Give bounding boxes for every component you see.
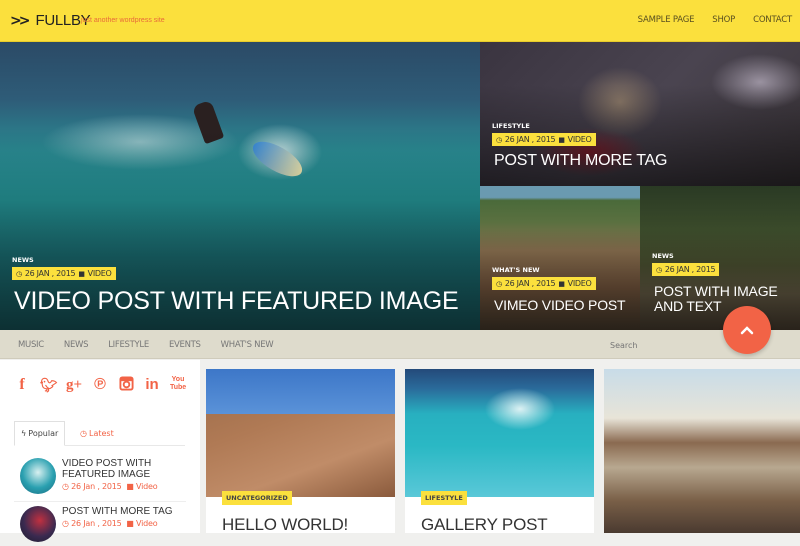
post-category[interactable]: WHAT'S NEW [492, 266, 540, 274]
post-featured-image[interactable] [206, 369, 395, 497]
post-category-badge[interactable]: LIFESTYLE [421, 491, 467, 505]
post-card[interactable]: UNCATEGORIZED HELLO WORLD! [206, 369, 395, 535]
divider [14, 501, 186, 502]
instagram-icon[interactable] [118, 376, 134, 394]
lightning-icon: ϟ [21, 429, 27, 438]
post-meta: ◷ 26 Jan , 2015 ■ Video [62, 519, 158, 528]
post-title-line: VIDEO POST WITH [62, 458, 152, 469]
featured-post-top-right[interactable]: LIFESTYLE ◷ 26 JAN , 2015 ■ VIDEO POST W… [480, 42, 800, 186]
tab-label: Popular [28, 429, 59, 438]
pinterest-icon[interactable]: ℗ [92, 376, 108, 394]
post-title[interactable]: POST WITH MORE TAG [494, 152, 668, 170]
clock-icon: ◷ [656, 265, 662, 274]
post-category[interactable]: LIFESTYLE [492, 122, 530, 130]
clock-icon: ◷ [496, 135, 502, 144]
back-to-top-button[interactable] [723, 306, 771, 354]
category-events[interactable]: EVENTS [169, 340, 201, 350]
post-meta-badge: ◷ 26 JAN , 2015 ■ VIDEO [492, 133, 596, 146]
video-camera-icon: ■ [558, 279, 565, 288]
post-format: Video [135, 482, 158, 491]
linkedin-icon[interactable]: in [144, 376, 160, 394]
post-card[interactable] [604, 369, 800, 533]
logo-chevrons-icon: >> [10, 12, 31, 29]
site-header: >> FULLBY just another wordpress site SA… [0, 0, 800, 42]
post-title[interactable]: VIMEO VIDEO POST [494, 298, 626, 313]
featured-post-main[interactable]: NEWS ◷ 26 JAN , 2015 ■ VIDEO VIDEO POST … [0, 42, 480, 330]
popular-post-item[interactable]: VIDEO POST WITH FEATURED IMAGE ◷ 26 Jan … [20, 458, 190, 498]
nav-sample-page[interactable]: SAMPLE PAGE [638, 15, 695, 25]
post-thumbnail[interactable] [20, 458, 56, 494]
twitter-icon[interactable]: 🐦︎ [40, 376, 58, 394]
featured-posts-grid: NEWS ◷ 26 JAN , 2015 ■ VIDEO VIDEO POST … [0, 42, 800, 330]
post-title-line: POST WITH IMAGE [654, 283, 778, 299]
post-card[interactable]: LIFESTYLE GALLERY POST [405, 369, 594, 535]
post-category-badge[interactable]: UNCATEGORIZED [222, 491, 292, 505]
post-format: Video [135, 519, 158, 528]
clock-icon: ◷ [62, 482, 69, 491]
post-format: VIDEO [567, 279, 592, 288]
youtube-icon[interactable]: You Tube [170, 376, 186, 394]
category-news[interactable]: NEWS [64, 340, 89, 350]
tab-popular[interactable]: ϟ Popular [14, 421, 66, 446]
nav-shop[interactable]: SHOP [712, 15, 735, 25]
clock-icon: ◷ [62, 519, 69, 528]
video-camera-icon: ■ [126, 482, 134, 491]
popular-post-item[interactable]: POST WITH MORE TAG ◷ 26 Jan , 2015 ■ Vid… [20, 506, 190, 546]
category-music[interactable]: MUSIC [18, 340, 44, 350]
post-date: 26 Jan , 2015 [71, 482, 122, 491]
site-logo[interactable]: >> FULLBY [10, 12, 91, 29]
post-title[interactable]: GALLERY POST [421, 515, 548, 535]
category-lifestyle[interactable]: LIFESTYLE [108, 340, 149, 350]
clock-icon: ◷ [496, 279, 502, 288]
sidebar-tabs: ϟ Popular ◷ Latest [14, 421, 185, 446]
post-featured-image[interactable] [604, 369, 800, 533]
post-featured-image[interactable] [405, 369, 594, 497]
video-camera-icon: ■ [78, 269, 85, 278]
post-date: 26 JAN , 2015 [504, 135, 556, 144]
post-title[interactable]: POST WITH MORE TAG [62, 506, 182, 517]
chevron-up-icon [740, 326, 754, 335]
post-date: 26 JAN , 2015 [504, 279, 556, 288]
post-thumbnail[interactable] [20, 506, 56, 542]
tab-latest[interactable]: ◷ Latest [74, 421, 120, 446]
featured-post-bottom-right[interactable]: NEWS ◷ 26 JAN , 2015 POST WITH IMAGE AND… [640, 186, 800, 330]
post-meta-badge: ◷ 26 JAN , 2015 [652, 263, 720, 276]
nav-contact[interactable]: CONTACT [753, 15, 792, 25]
post-category[interactable]: NEWS [652, 252, 674, 260]
main-nav: SAMPLE PAGE SHOP CONTACT [638, 15, 793, 25]
google-plus-icon[interactable]: g+ [66, 376, 82, 394]
post-format: VIDEO [87, 269, 112, 278]
social-links: f 🐦︎ g+ ℗ in You Tube [14, 376, 186, 394]
search-input[interactable] [610, 339, 720, 351]
post-title-line: FEATURED IMAGE [62, 469, 151, 480]
post-title[interactable]: HELLO WORLD! [222, 515, 348, 535]
post-date: 26 Jan , 2015 [71, 519, 122, 528]
clock-icon: ◷ [80, 429, 87, 438]
clock-icon: ◷ [16, 269, 22, 278]
post-title[interactable]: VIDEO POST WITH FEATURED IMAGE [62, 458, 182, 480]
post-format: VIDEO [567, 135, 592, 144]
video-camera-icon: ■ [126, 519, 134, 528]
post-meta-badge: ◷ 26 JAN , 2015 ■ VIDEO [12, 267, 116, 280]
featured-post-bottom-left[interactable]: WHAT'S NEW ◷ 26 JAN , 2015 ■ VIDEO VIMEO… [480, 186, 640, 330]
post-title[interactable]: VIDEO POST WITH FEATURED IMAGE [14, 288, 459, 315]
sidebar: f 🐦︎ g+ ℗ in You Tube ϟ Popular ◷ Latest … [0, 360, 200, 542]
post-meta-badge: ◷ 26 JAN , 2015 ■ VIDEO [492, 277, 596, 290]
category-nav: MUSIC NEWS LIFESTYLE EVENTS WHAT'S NEW [0, 330, 800, 359]
video-camera-icon: ■ [558, 135, 565, 144]
facebook-icon[interactable]: f [14, 376, 30, 394]
post-category[interactable]: NEWS [12, 256, 34, 264]
post-date: 26 JAN , 2015 [664, 265, 716, 274]
post-date: 26 JAN , 2015 [24, 269, 76, 278]
post-meta: ◷ 26 Jan , 2015 ■ Video [62, 482, 158, 491]
tab-label: Latest [88, 429, 114, 438]
site-tagline: just another wordpress site [81, 17, 165, 24]
category-whats-new[interactable]: WHAT'S NEW [221, 340, 274, 350]
